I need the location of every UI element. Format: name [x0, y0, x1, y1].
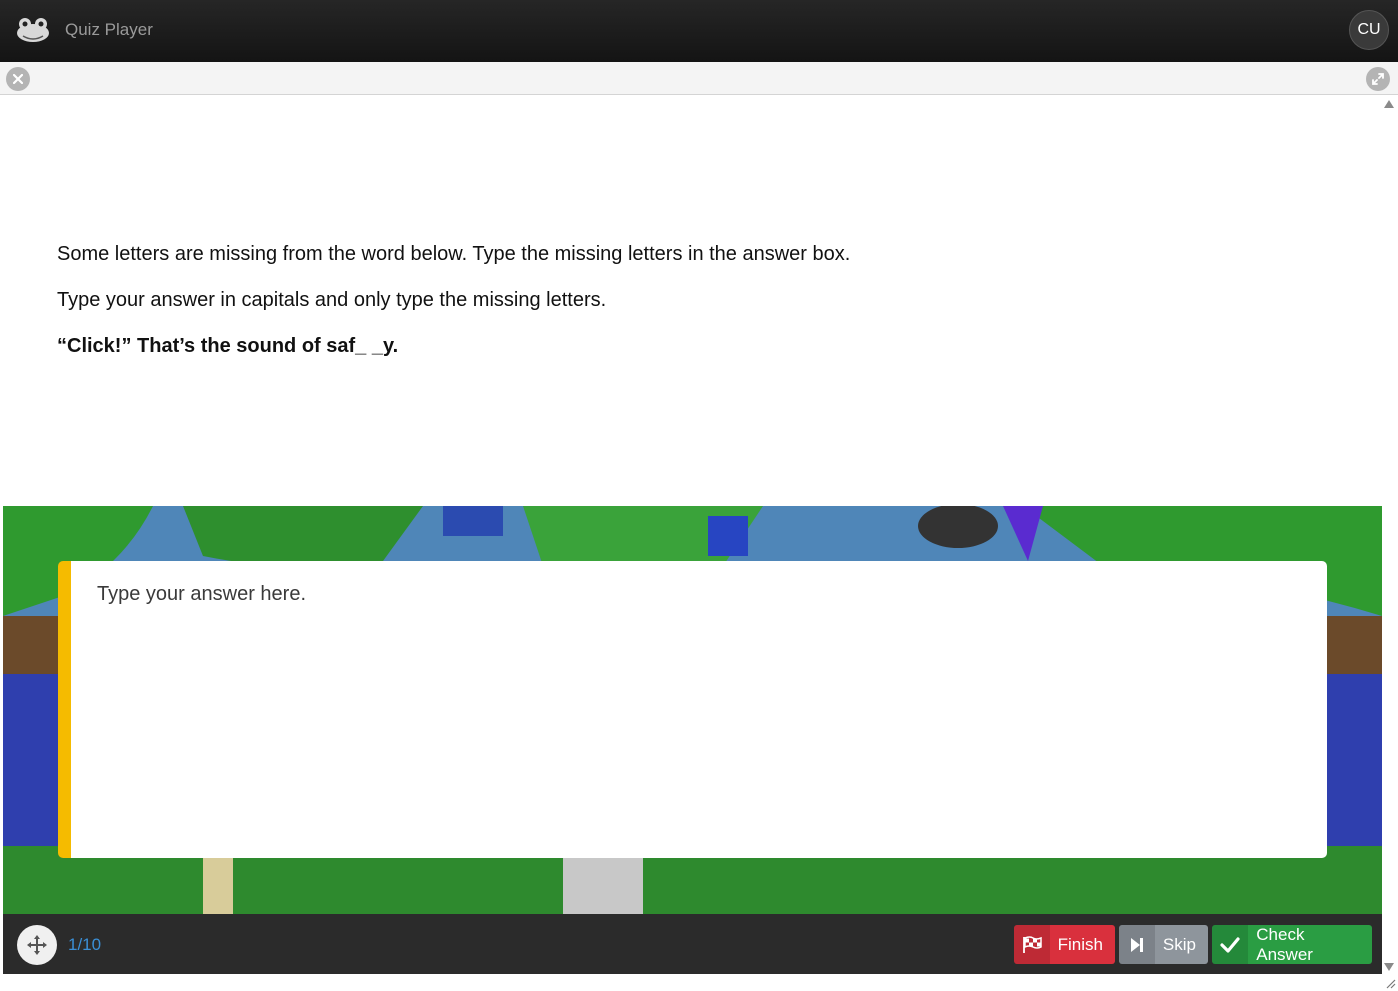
- quiz-footer: 1/10 Finish Skip Check Answer: [3, 914, 1382, 974]
- finish-button[interactable]: Finish: [1014, 925, 1115, 964]
- close-icon: [13, 74, 23, 84]
- question-progress: 1/10: [68, 935, 102, 954]
- frog-icon: [17, 18, 49, 42]
- expand-button[interactable]: [1366, 67, 1390, 91]
- instruction-text: Some letters are missing from the word b…: [57, 243, 851, 265]
- checkmark-icon: [1212, 925, 1249, 964]
- checkered-flag-icon: [1014, 925, 1050, 964]
- skip-forward-icon: [1119, 925, 1155, 964]
- app-title: Quiz Player: [65, 20, 153, 39]
- expand-icon: [1372, 73, 1384, 85]
- skip-label: Skip: [1162, 934, 1196, 954]
- scroll-down-arrow-icon[interactable]: [1384, 963, 1394, 971]
- move-icon: [27, 935, 47, 955]
- check-answer-label: Check Answer: [1256, 924, 1313, 964]
- app-header: Quiz Player CU: [0, 0, 1398, 62]
- question-text: Some letters are missing from the word b…: [57, 242, 1307, 380]
- instruction-text: Type your answer in capitals and only ty…: [57, 289, 607, 311]
- close-button[interactable]: [6, 67, 30, 91]
- answer-input[interactable]: [95, 581, 1279, 835]
- answer-box: [58, 561, 1327, 858]
- quiz-content: Some letters are missing from the word b…: [3, 96, 1382, 914]
- skip-button[interactable]: Skip: [1119, 925, 1208, 964]
- check-answer-button[interactable]: Check Answer: [1212, 925, 1372, 964]
- resize-grip-icon[interactable]: [1384, 977, 1396, 989]
- scroll-up-arrow-icon[interactable]: [1384, 100, 1394, 108]
- finish-label: Finish: [1057, 934, 1103, 954]
- question-prompt: “Click!” That’s the sound of saf_ _y.: [57, 335, 399, 357]
- move-button[interactable]: [17, 925, 57, 965]
- player-toolbar: [0, 62, 1398, 95]
- user-avatar[interactable]: CU: [1349, 10, 1389, 50]
